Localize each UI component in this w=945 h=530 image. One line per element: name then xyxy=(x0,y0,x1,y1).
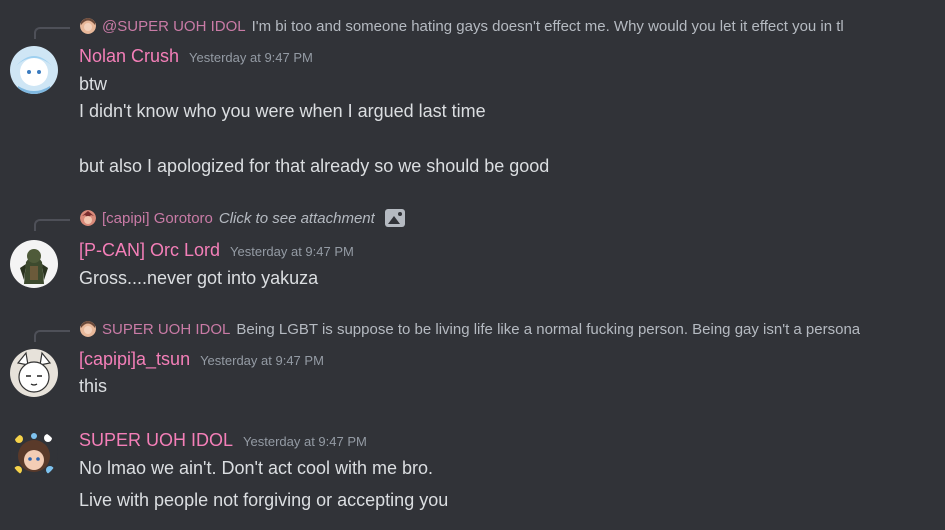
timestamp[interactable]: Yesterday at 9:47 PM xyxy=(243,434,367,449)
username[interactable]: Nolan Crush xyxy=(79,46,179,67)
message-line: No lmao we ain't. Don't act cool with me… xyxy=(79,458,434,478)
reply-avatar xyxy=(80,210,96,226)
username[interactable]: [capipi]a_tsun xyxy=(79,349,190,370)
reply-author[interactable]: @SUPER UOH IDOL xyxy=(102,18,246,35)
reply-preview[interactable]: [capipi] Gorotoro Click to see attachmen… xyxy=(80,207,925,229)
message-header: Nolan Crush Yesterday at 9:47 PM xyxy=(79,46,313,67)
chat-log: @SUPER UOH IDOL I'm bi too and someone h… xyxy=(0,0,945,530)
message-line: but also I apologized for that already s… xyxy=(79,156,550,176)
reply-preview[interactable]: @SUPER UOH IDOL I'm bi too and someone h… xyxy=(80,15,925,37)
reply-avatar xyxy=(80,321,96,337)
message-header: [capipi]a_tsun Yesterday at 9:47 PM xyxy=(79,349,324,370)
message-line: I didn't know who you were when I argued… xyxy=(79,101,486,121)
avatar[interactable] xyxy=(10,46,58,94)
avatar[interactable] xyxy=(10,349,58,397)
message-line: btw xyxy=(79,74,108,94)
reply-author[interactable]: SUPER UOH IDOL xyxy=(102,321,230,338)
message-header: [P-CAN] Orc Lord Yesterday at 9:47 PM xyxy=(79,240,354,261)
reply-author[interactable]: [capipi] Gorotoro xyxy=(102,210,213,227)
reply-preview[interactable]: SUPER UOH IDOL Being LGBT is suppose to … xyxy=(80,318,925,340)
avatar[interactable] xyxy=(10,240,58,288)
reply-text[interactable]: Click to see attachment xyxy=(219,210,375,227)
message-line: Live with people not forgiving or accept… xyxy=(79,490,449,510)
timestamp[interactable]: Yesterday at 9:47 PM xyxy=(230,244,354,259)
reply-text[interactable]: I'm bi too and someone hating gays doesn… xyxy=(252,18,844,35)
image-icon[interactable] xyxy=(384,209,405,227)
reply-connector xyxy=(34,27,70,39)
timestamp[interactable]: Yesterday at 9:47 PM xyxy=(200,353,324,368)
reply-text[interactable]: Being LGBT is suppose to be living life … xyxy=(236,321,860,338)
message-line: this xyxy=(79,376,108,396)
message-line: Gross....never got into yakuza xyxy=(79,268,319,288)
message-header: SUPER UOH IDOL Yesterday at 9:47 PM xyxy=(79,430,367,451)
reply-avatar xyxy=(80,18,96,34)
reply-connector xyxy=(34,330,70,342)
reply-connector xyxy=(34,219,70,231)
username[interactable]: SUPER UOH IDOL xyxy=(79,430,233,451)
username[interactable]: [P-CAN] Orc Lord xyxy=(79,240,220,261)
avatar[interactable] xyxy=(10,430,58,478)
timestamp[interactable]: Yesterday at 9:47 PM xyxy=(189,50,313,65)
